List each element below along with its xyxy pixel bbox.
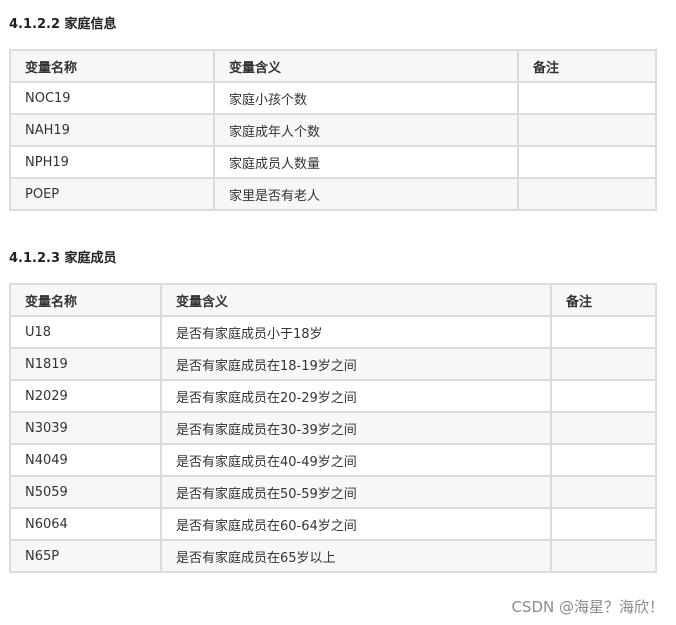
- header-variable-meaning: 变量含义: [160, 283, 552, 317]
- cell-variable-meaning: 是否有家庭成员在60-64岁之间: [160, 507, 552, 541]
- header-variable-name: 变量名称: [9, 49, 215, 83]
- table-row: POEP 家里是否有老人: [9, 177, 657, 211]
- header-remarks: 备注: [517, 49, 657, 83]
- section-title-family-info: 4.1.2.2 家庭信息: [9, 17, 117, 32]
- table-header-row: 变量名称 变量含义 备注: [9, 283, 657, 317]
- table-row: N6064 是否有家庭成员在60-64岁之间: [9, 507, 657, 541]
- cell-variable-meaning: 是否有家庭成员在50-59岁之间: [160, 475, 552, 509]
- table-row: NOC19 家庭小孩个数: [9, 81, 657, 115]
- cell-variable-meaning: 家庭成年人个数: [213, 113, 519, 147]
- cell-variable-meaning: 家里是否有老人: [213, 177, 519, 211]
- cell-remarks: [517, 113, 657, 147]
- table-row: N65P 是否有家庭成员在65岁以上: [9, 539, 657, 573]
- cell-remarks: [550, 507, 657, 541]
- cell-variable-name: N3039: [9, 411, 162, 445]
- section-title-family-members: 4.1.2.3 家庭成员: [9, 251, 117, 266]
- cell-variable-name: N65P: [9, 539, 162, 573]
- cell-variable-meaning: 是否有家庭成员在18-19岁之间: [160, 347, 552, 381]
- cell-variable-meaning: 是否有家庭成员在20-29岁之间: [160, 379, 552, 413]
- cell-variable-meaning: 是否有家庭成员在30-39岁之间: [160, 411, 552, 445]
- cell-variable-meaning: 是否有家庭成员在40-49岁之间: [160, 443, 552, 477]
- cell-remarks: [550, 315, 657, 349]
- cell-remarks: [517, 81, 657, 115]
- table-row: N3039 是否有家庭成员在30-39岁之间: [9, 411, 657, 445]
- cell-variable-name: N1819: [9, 347, 162, 381]
- cell-remarks: [517, 177, 657, 211]
- cell-variable-meaning: 家庭成员人数量: [213, 145, 519, 179]
- family-info-table: 变量名称 变量含义 备注 NOC19 家庭小孩个数 NAH19 家庭成年人个数 NPH1…: [9, 49, 657, 211]
- cell-variable-name: NPH19: [9, 145, 215, 179]
- cell-remarks: [550, 347, 657, 381]
- family-members-table: 变量名称 变量含义 备注 U18 是否有家庭成员小于18岁 N1819 是否有家庭成员…: [9, 283, 657, 573]
- cell-remarks: [550, 411, 657, 445]
- header-variable-meaning: 变量含义: [213, 49, 519, 83]
- cell-remarks: [517, 145, 657, 179]
- csdn-watermark: CSDN @海星？海欣！: [511, 598, 664, 616]
- table-row: N2029 是否有家庭成员在20-29岁之间: [9, 379, 657, 413]
- cell-remarks: [550, 539, 657, 573]
- table-row: N4049 是否有家庭成员在40-49岁之间: [9, 443, 657, 477]
- cell-variable-meaning: 家庭小孩个数: [213, 81, 519, 115]
- table-row: N5059 是否有家庭成员在50-59岁之间: [9, 475, 657, 509]
- table-header-row: 变量名称 变量含义 备注: [9, 49, 657, 83]
- cell-variable-name: N2029: [9, 379, 162, 413]
- header-variable-name: 变量名称: [9, 283, 162, 317]
- cell-variable-name: NOC19: [9, 81, 215, 115]
- cell-variable-name: U18: [9, 315, 162, 349]
- cell-variable-meaning: 是否有家庭成员在65岁以上: [160, 539, 552, 573]
- table-row: U18 是否有家庭成员小于18岁: [9, 315, 657, 349]
- cell-remarks: [550, 379, 657, 413]
- cell-variable-name: POEP: [9, 177, 215, 211]
- table-row: NPH19 家庭成员人数量: [9, 145, 657, 179]
- table-row: NAH19 家庭成年人个数: [9, 113, 657, 147]
- cell-variable-meaning: 是否有家庭成员小于18岁: [160, 315, 552, 349]
- cell-remarks: [550, 443, 657, 477]
- cell-remarks: [550, 475, 657, 509]
- cell-variable-name: N4049: [9, 443, 162, 477]
- cell-variable-name: N6064: [9, 507, 162, 541]
- table-row: N1819 是否有家庭成员在18-19岁之间: [9, 347, 657, 381]
- cell-variable-name: N5059: [9, 475, 162, 509]
- cell-variable-name: NAH19: [9, 113, 215, 147]
- header-remarks: 备注: [550, 283, 657, 317]
